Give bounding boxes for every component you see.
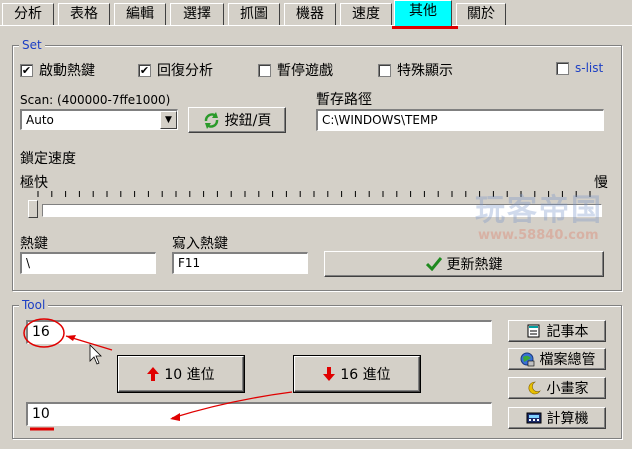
paint-icon bbox=[528, 381, 541, 395]
tab-speed[interactable]: 速度 bbox=[340, 3, 392, 25]
checkbox-box[interactable]: ✔ bbox=[138, 63, 151, 77]
checkbox-special-display[interactable]: 特殊顯示 bbox=[378, 60, 453, 80]
file-manager-label: 檔案總管 bbox=[539, 352, 596, 368]
tab-bar: 分析 表格 編輯 選擇 抓圖 機器 速度 其他 關於 bbox=[0, 0, 632, 29]
set-group-legend: Set bbox=[19, 38, 45, 52]
scan-select[interactable]: Auto ▼ bbox=[20, 109, 178, 130]
page-button-label: 按鈕/頁 bbox=[224, 113, 272, 129]
checkbox-s-list[interactable]: s-list bbox=[556, 61, 603, 75]
update-hotkey-button[interactable]: 更新熱鍵 bbox=[324, 251, 604, 277]
paint-label: 小畫家 bbox=[546, 381, 589, 397]
arrow-up-icon bbox=[147, 367, 160, 381]
write-hotkey-label: 寫入熱鍵 bbox=[172, 236, 228, 252]
explorer-icon bbox=[520, 352, 534, 367]
checkbox-box[interactable] bbox=[556, 61, 569, 75]
tool-group-legend: Tool bbox=[19, 298, 49, 312]
dec-input[interactable]: 10 bbox=[26, 402, 492, 426]
refresh-icon bbox=[204, 111, 218, 129]
tab-edit[interactable]: 編輯 bbox=[114, 3, 166, 25]
calculator-button[interactable]: 計算機 bbox=[508, 407, 606, 429]
to-base16-button[interactable]: 16 進位 bbox=[293, 355, 421, 393]
watermark-url: www.58840.com bbox=[478, 228, 599, 243]
speed-fast-label: 極快 bbox=[20, 175, 48, 191]
lock-speed-label: 鎖定速度 bbox=[20, 151, 76, 167]
hex-input[interactable]: 16 bbox=[26, 320, 492, 344]
speed-slider-thumb[interactable] bbox=[28, 200, 38, 218]
to-base10-label: 10 進位 bbox=[164, 367, 215, 383]
update-hotkey-label: 更新熱鍵 bbox=[446, 257, 503, 273]
calculator-icon bbox=[526, 412, 541, 424]
checkbox-label: 啟動熱鍵 bbox=[39, 63, 95, 79]
tab-table[interactable]: 表格 bbox=[58, 3, 110, 25]
scan-label: Scan: (400000-7ffe1000) bbox=[20, 93, 171, 107]
notepad-icon bbox=[527, 324, 539, 338]
checkbox-label: 回復分析 bbox=[157, 63, 213, 79]
tab-select[interactable]: 選擇 bbox=[170, 3, 224, 25]
calculator-label: 計算機 bbox=[546, 411, 589, 427]
tab-about[interactable]: 關於 bbox=[456, 3, 506, 25]
notepad-label: 記事本 bbox=[546, 324, 589, 340]
hotkey-input[interactable]: \ bbox=[20, 252, 156, 274]
notepad-button[interactable]: 記事本 bbox=[508, 320, 606, 342]
checkbox-label: 特殊顯示 bbox=[397, 63, 453, 79]
checkbox-pause-game[interactable]: 暫停遊戲 bbox=[258, 60, 333, 80]
scan-select-value: Auto bbox=[26, 113, 54, 127]
checkbox-box[interactable]: ✔ bbox=[20, 63, 33, 77]
checkbox-enable-hotkey[interactable]: ✔ 啟動熱鍵 bbox=[20, 60, 95, 80]
file-manager-button[interactable]: 檔案總管 bbox=[508, 348, 606, 370]
tab-analyze[interactable]: 分析 bbox=[2, 3, 54, 25]
checkbox-label: s-list bbox=[575, 61, 604, 75]
checkbox-restore-analysis[interactable]: ✔ 回復分析 bbox=[138, 60, 213, 80]
checkbox-box[interactable] bbox=[378, 63, 391, 77]
tab-machine[interactable]: 機器 bbox=[284, 3, 336, 25]
arrow-down-icon bbox=[323, 367, 336, 381]
to-base16-label: 16 進位 bbox=[340, 367, 391, 383]
watermark-title: 玩客帝国 bbox=[475, 193, 603, 228]
tab-capture[interactable]: 抓圖 bbox=[228, 3, 280, 25]
write-hotkey-input[interactable]: F11 bbox=[172, 252, 308, 274]
active-tab-underline bbox=[392, 26, 458, 29]
temp-path-input[interactable]: C:\WINDOWS\TEMP bbox=[316, 109, 604, 131]
page-button[interactable]: 按鈕/頁 bbox=[188, 107, 286, 133]
to-base10-button[interactable]: 10 進位 bbox=[117, 355, 245, 393]
checkbox-box[interactable] bbox=[258, 63, 271, 77]
tab-other[interactable]: 其他 bbox=[394, 0, 452, 26]
hotkey-label: 熱鍵 bbox=[20, 236, 48, 252]
checkbox-label: 暫停遊戲 bbox=[277, 63, 333, 79]
paint-button[interactable]: 小畫家 bbox=[508, 377, 606, 399]
checkmark-icon bbox=[425, 257, 442, 271]
temp-path-label: 暫存路徑 bbox=[316, 92, 372, 108]
dropdown-arrow-icon[interactable]: ▼ bbox=[160, 111, 177, 129]
